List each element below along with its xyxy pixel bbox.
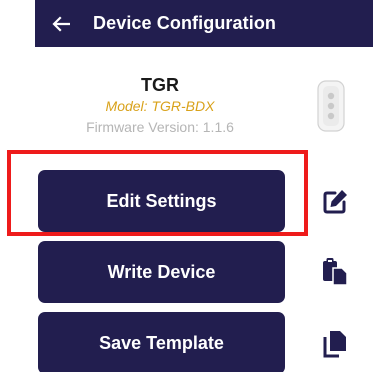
page-title: Device Configuration [93, 13, 277, 33]
device-configuration-screen: Device Configuration TGR Model: TGR-BDX … [0, 0, 373, 372]
highlight-box [7, 150, 308, 236]
device-model: Model: TGR-BDX [105, 98, 215, 114]
edit-icon[interactable] [318, 185, 352, 219]
device-info: TGR Model: TGR-BDX Firmware Version: 1.1… [60, 74, 260, 137]
device-name: TGR [141, 75, 179, 95]
app-bar: Device Configuration [35, 0, 373, 47]
paste-icon[interactable] [318, 255, 352, 289]
back-button[interactable] [39, 0, 83, 47]
write-device-button[interactable]: Write Device [38, 241, 285, 303]
copy-icon[interactable] [318, 327, 352, 361]
device-remote-image [316, 80, 346, 137]
arrow-left-icon [52, 15, 70, 32]
firmware-version: Firmware Version: 1.1.6 [86, 119, 234, 135]
save-template-button[interactable]: Save Template [38, 312, 285, 372]
